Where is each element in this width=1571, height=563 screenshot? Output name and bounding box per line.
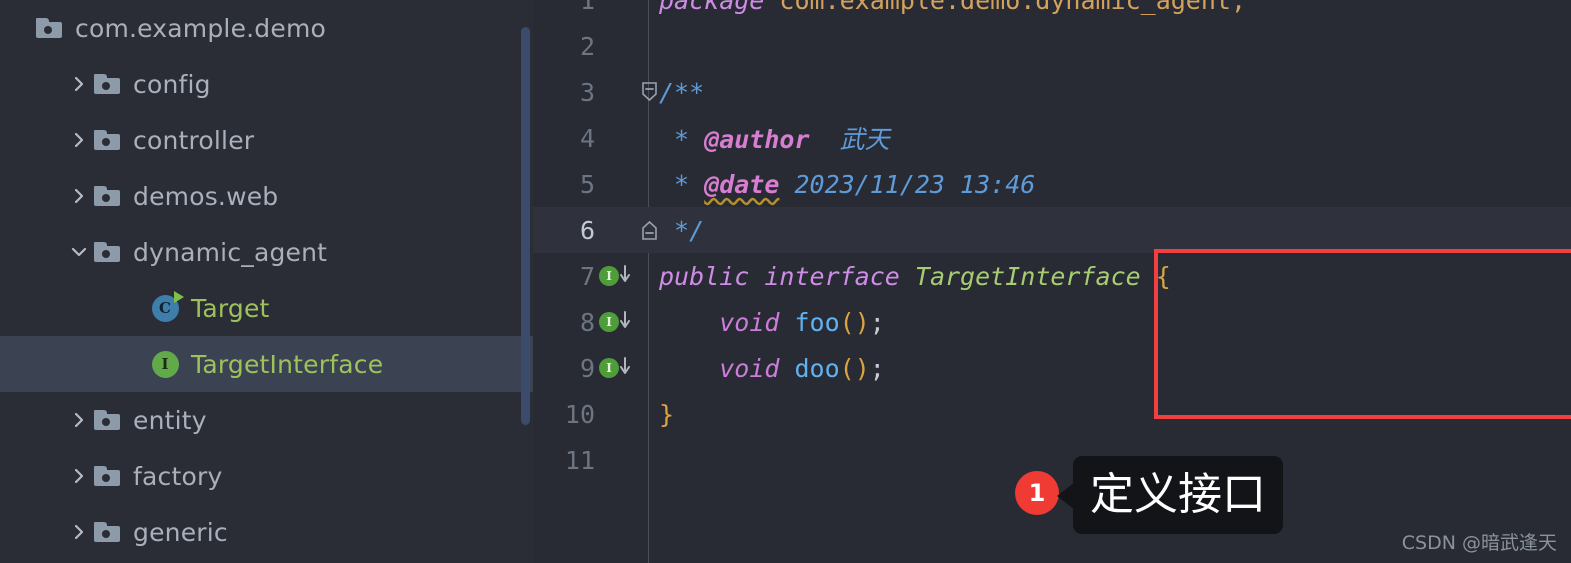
- code-line-3[interactable]: 3 /**: [533, 69, 1571, 115]
- tree-item-label: Target: [191, 293, 270, 323]
- folder-icon: [92, 181, 122, 211]
- java-class-icon: C: [150, 290, 184, 323]
- code-line-4[interactable]: 4 * @author 武天: [533, 115, 1571, 161]
- chevron-right-icon[interactable]: [66, 519, 92, 545]
- code-line-10[interactable]: 10}: [533, 391, 1571, 437]
- folder-icon: [92, 461, 122, 491]
- tree-item-demos-web[interactable]: demos.web: [0, 168, 533, 224]
- chevron-right-icon[interactable]: [66, 463, 92, 489]
- ide-screenshot: com.example.demo config controller demos.we…: [0, 0, 1571, 563]
- tree-item-com-example-demo[interactable]: com.example.demo: [0, 0, 533, 56]
- line-number: 4: [579, 123, 595, 153]
- code-text: }: [659, 399, 675, 429]
- chevron-right-icon[interactable]: [66, 183, 92, 209]
- code-line-8[interactable]: 8I void foo();: [533, 299, 1571, 345]
- folder-icon: [92, 69, 122, 99]
- tree-item-label: controller: [133, 125, 255, 155]
- tree-item-controller[interactable]: controller: [0, 112, 533, 168]
- arrow-down-icon: [618, 263, 632, 289]
- implemented-by-gutter-icon[interactable]: I: [599, 345, 645, 391]
- line-number: 10: [564, 399, 595, 429]
- folder-icon: [92, 405, 122, 435]
- code-line-9[interactable]: 9I void doo();: [533, 345, 1571, 391]
- implemented-by-gutter-icon[interactable]: I: [599, 253, 645, 299]
- code-text: public interface TargetInterface {: [659, 261, 1171, 291]
- tree-item-target[interactable]: C Target: [0, 280, 533, 336]
- interface-badge-icon: I: [599, 312, 619, 332]
- folder-icon: [92, 237, 122, 267]
- project-tree-scrollbar[interactable]: [521, 27, 530, 425]
- line-number: 5: [579, 169, 595, 199]
- tree-item-generic[interactable]: generic: [0, 504, 533, 560]
- chevron-right-icon[interactable]: [66, 127, 92, 153]
- folder-icon: [34, 13, 64, 43]
- arrow-down-icon: [618, 355, 632, 381]
- code-text: void foo();: [719, 307, 885, 337]
- code-line-2[interactable]: 2: [533, 23, 1571, 69]
- tree-item-label: demos.web: [133, 181, 279, 211]
- tree-item-label: factory: [133, 461, 223, 491]
- line-number: 9: [579, 353, 595, 383]
- code-text: * @author 武天: [659, 125, 890, 154]
- line-number: 7: [579, 261, 595, 291]
- java-interface-icon: I: [150, 349, 180, 379]
- chevron-down-icon[interactable]: [66, 239, 92, 265]
- watermark: CSDN @暗武逢天: [1401, 532, 1557, 554]
- line-number: 11: [564, 445, 595, 475]
- tree-item-label: dynamic_agent: [133, 237, 328, 267]
- interface-badge-icon: I: [599, 358, 619, 378]
- annotation-bubble: 定义接口: [1073, 456, 1283, 534]
- tree-item-label: TargetInterface: [191, 349, 384, 379]
- code-line-6[interactable]: 6 */: [533, 207, 1571, 253]
- tree-item-label: com.example.demo: [75, 13, 326, 43]
- line-number: 6: [579, 215, 595, 245]
- interface-badge-icon: I: [599, 266, 619, 286]
- code-text: void doo();: [719, 353, 885, 383]
- tree-item-targetinterface[interactable]: I TargetInterface: [0, 336, 533, 392]
- line-number: 1: [579, 0, 595, 15]
- tree-item-dynamic-agent[interactable]: dynamic_agent: [0, 224, 533, 280]
- code-text: */: [659, 215, 705, 245]
- chevron-right-icon[interactable]: [66, 71, 92, 97]
- code-text: * @date 2023/11/23 13:46: [659, 169, 1036, 199]
- code-line-5[interactable]: 5 * @date 2023/11/23 13:46: [533, 161, 1571, 207]
- implemented-by-gutter-icon[interactable]: I: [599, 299, 645, 345]
- project-tree-panel: com.example.demo config controller demos.we…: [0, 0, 533, 563]
- folder-icon: [92, 517, 122, 547]
- code-fold-end-icon[interactable]: [637, 207, 661, 253]
- line-number: 3: [579, 77, 595, 107]
- code-text: /**: [659, 77, 705, 107]
- tree-item-label: generic: [133, 517, 228, 547]
- tree-item-config[interactable]: config: [0, 56, 533, 112]
- tree-item-entity[interactable]: entity: [0, 392, 533, 448]
- code-fold-collapse-icon[interactable]: [637, 69, 661, 115]
- code-line-1[interactable]: 1 package com.example.demo.dynamic_agent;: [533, 0, 1571, 23]
- tree-item-label: entity: [133, 405, 207, 435]
- annotation-bubble-text: 定义接口: [1090, 469, 1266, 520]
- line-number: 2: [579, 31, 595, 61]
- code-text: package com.example.demo.dynamic_agent;: [659, 0, 1247, 15]
- annotation-step-badge: 1: [1015, 471, 1059, 515]
- chevron-right-icon[interactable]: [66, 407, 92, 433]
- code-line-7[interactable]: 7 Ipublic interface TargetInterface {: [533, 253, 1571, 299]
- annotation-step-number: 1: [1028, 479, 1046, 507]
- folder-icon: [92, 125, 122, 155]
- tree-item-factory[interactable]: factory: [0, 448, 533, 504]
- tree-item-label: config: [133, 69, 211, 99]
- line-number: 8: [579, 307, 595, 337]
- arrow-down-icon: [618, 309, 632, 335]
